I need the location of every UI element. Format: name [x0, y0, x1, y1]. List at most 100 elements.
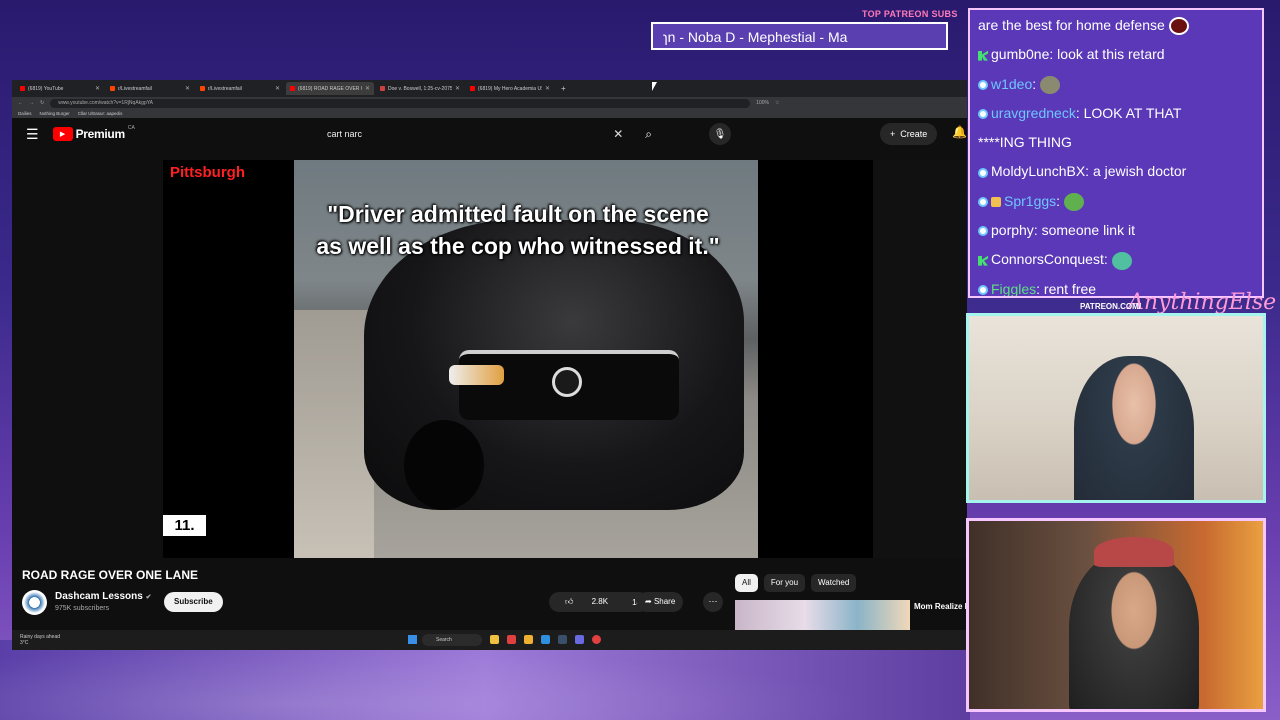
emote-icon	[1063, 193, 1084, 212]
discord-icon[interactable]	[575, 635, 584, 644]
video-caption: "Driver admitted fault on the scene as w…	[163, 198, 873, 262]
windows-start-icon[interactable]	[408, 635, 417, 644]
close-tab-icon[interactable]: ✕	[185, 85, 190, 92]
tab-bar: (6819) YouTube ✕ r/Livestreamfail ✕ r/Live…	[12, 80, 967, 97]
patreon-url: PATREON.COM/	[1080, 302, 1142, 311]
chat-message: are the best for home defense	[978, 11, 1254, 40]
patreon-subs-marquee: ɿn - Noba D - Mephestial - Ma	[651, 22, 948, 50]
zoom-level: 100%	[756, 100, 769, 106]
chip-watched[interactable]: Watched	[811, 574, 857, 592]
share-button[interactable]: ➦ Share	[637, 592, 684, 612]
subscriber-count: 975K subscribers	[55, 605, 110, 612]
location-label: Pittsburgh	[170, 164, 245, 181]
video-player[interactable]: Pittsburgh "Driver admitted fault on the…	[163, 160, 873, 558]
mod-badge-icon	[978, 255, 988, 266]
car-headlight	[449, 365, 504, 385]
steam-icon[interactable]	[558, 635, 567, 644]
chrome-icon[interactable]	[592, 635, 601, 644]
browser-tab-active[interactable]: (6819) ROAD RAGE OVER ONE✕	[286, 82, 374, 95]
chat-message: w1deo:	[978, 70, 1254, 99]
like-dislike-group: 👍︎ 2.8K 14	[549, 592, 649, 612]
sidewalk-curb	[294, 310, 374, 558]
new-tab-icon[interactable]: +	[556, 84, 571, 93]
search-query: cart narc	[327, 129, 363, 139]
youtube-favicon-icon	[290, 86, 295, 91]
sub-badge-icon	[978, 167, 988, 178]
browser-tab[interactable]: (6819) My Hero Academia US ✕	[466, 82, 554, 95]
search-icon[interactable]: ⌕	[645, 127, 652, 142]
red-cap	[1094, 537, 1174, 567]
video-title: ROAD RAGE OVER ONE LANE	[22, 568, 199, 582]
emote-icon	[1111, 251, 1132, 270]
back-icon[interactable]: ←	[18, 100, 23, 106]
browser-window: (6819) YouTube ✕ r/Livestreamfail ✕ r/Live…	[12, 80, 967, 650]
vw-logo-icon	[552, 367, 582, 397]
notifications-bell-icon[interactable]: 🔔	[952, 125, 967, 139]
youtube-play-icon: ▶	[52, 127, 73, 141]
subscribe-button[interactable]: Subscribe	[164, 592, 223, 612]
reddit-favicon-icon	[200, 86, 205, 91]
browser-tab[interactable]: r/Livestreamfail ✕	[196, 82, 284, 95]
patreon-subs-label: TOP PATREON SUBS	[862, 9, 958, 19]
microphone-icon[interactable]: 🎙	[709, 123, 731, 145]
mod-badge-icon	[978, 50, 988, 61]
weather-widget[interactable]: Rainy days ahead 3°C	[20, 634, 60, 646]
bookmark-item[interactable]: Cllar Ultrasur: aapedis	[78, 111, 123, 116]
browser-tab[interactable]: r/Livestreamfail ✕	[106, 82, 194, 95]
webcam-streamer-1	[966, 313, 1266, 503]
car-wheel	[404, 420, 484, 510]
gift-badge-icon	[991, 197, 1001, 208]
taskbar-apps	[490, 635, 601, 644]
chat-message: Spr1ggs:	[978, 187, 1254, 216]
close-tab-icon[interactable]: ✕	[275, 85, 280, 92]
chat-message: ConnorsConquest:	[978, 245, 1254, 274]
create-button[interactable]: + Create	[880, 123, 938, 145]
close-tab-icon[interactable]: ✕	[95, 85, 100, 92]
browser-tab[interactable]: (6819) YouTube ✕	[16, 82, 104, 95]
emote-icon	[1040, 75, 1061, 94]
windows-taskbar: Rainy days ahead 3°C Search	[12, 630, 967, 650]
channel-avatar[interactable]	[22, 590, 47, 615]
youtube-logo[interactable]: ▶ Premium CA	[52, 125, 135, 141]
menu-icon[interactable]: ☰	[26, 126, 39, 143]
folder-icon[interactable]	[524, 635, 533, 644]
chip-for-you[interactable]: For you	[763, 574, 806, 592]
recommendation-title[interactable]: Mom Realize Follows Her S	[914, 601, 967, 613]
chip-all[interactable]: All	[735, 574, 758, 592]
url-input[interactable]: www.youtube.com/watch?v=1RjNqAkgpYA	[50, 98, 751, 108]
file-explorer-icon[interactable]	[490, 635, 499, 644]
thumbs-up-icon: 👍︎	[565, 597, 574, 606]
sub-badge-icon	[978, 284, 988, 295]
rank-badge: 11.	[163, 515, 206, 536]
caption-line: "Driver admitted fault on the scene	[327, 201, 709, 227]
clear-search-icon[interactable]: ✕	[613, 127, 623, 141]
bookmarks-bar: Dailies Nothing Burger Cllar Ultrasur: a…	[12, 109, 967, 118]
close-tab-icon[interactable]: ✕	[545, 85, 550, 92]
webcam-streamer-2	[966, 518, 1266, 712]
reload-icon[interactable]: ↻	[40, 100, 44, 106]
recommendation-thumbnail[interactable]	[735, 600, 910, 630]
sub-badge-icon	[978, 226, 988, 237]
close-tab-icon[interactable]: ✕	[365, 85, 370, 92]
caption-line: as well as the cop who witnessed it."	[316, 233, 720, 259]
bookmark-star-icon[interactable]: ☆	[775, 100, 779, 106]
bookmark-item[interactable]: Nothing Burger	[40, 111, 70, 116]
background-decoration	[0, 640, 970, 720]
browser-tab[interactable]: Doe v. Boswell, 1:25-cv-20751 ✕	[376, 82, 464, 95]
share-icon: ➦	[645, 597, 652, 606]
store-icon[interactable]	[541, 635, 550, 644]
stream-chat: are the best for home defense gumb0ne: l…	[968, 8, 1264, 298]
search-input[interactable]: cart narc ✕ ⌕	[317, 123, 662, 145]
bookmark-item[interactable]: Dailies	[18, 111, 32, 116]
like-button[interactable]: 👍︎ 2.8K	[549, 597, 624, 607]
browser-icon[interactable]	[507, 635, 516, 644]
player-side-panel	[873, 160, 967, 558]
channel-name[interactable]: Dashcam Lessons ✔	[55, 591, 151, 602]
forward-icon[interactable]: →	[29, 100, 34, 106]
close-tab-icon[interactable]: ✕	[455, 85, 460, 92]
streamer-2	[1069, 551, 1199, 709]
chat-message: ****ING THING	[978, 134, 1072, 151]
chat-message: MoldyLunchBX: a jewish doctor	[978, 157, 1254, 186]
more-options-icon[interactable]: ⋯	[703, 592, 723, 612]
taskbar-search-input[interactable]: Search	[422, 634, 482, 646]
